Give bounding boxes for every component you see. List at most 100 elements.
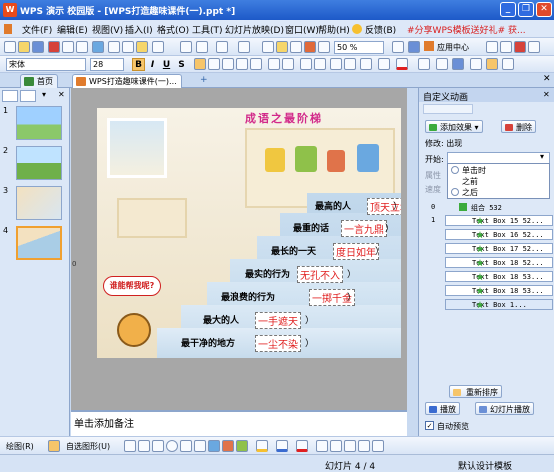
draw-menu[interactable]: 绘图(R): [6, 441, 34, 452]
align-center-icon[interactable]: [208, 58, 220, 70]
pdf-icon[interactable]: [48, 41, 60, 53]
spellcheck-icon[interactable]: [92, 41, 104, 53]
3d-style-icon[interactable]: [372, 440, 384, 452]
menu-format[interactable]: 格式(O): [157, 23, 189, 36]
italic-button[interactable]: I: [146, 58, 159, 71]
font-color-draw-icon[interactable]: [296, 440, 308, 452]
oval-icon[interactable]: [166, 440, 178, 452]
menu-edit[interactable]: 编辑(E): [57, 23, 88, 36]
print-preview-icon[interactable]: [76, 41, 88, 53]
stair-label[interactable]: 最长的一天: [271, 244, 316, 257]
panel-close-icon[interactable]: ✕: [58, 90, 65, 99]
redo-icon[interactable]: [238, 41, 250, 53]
animation-item[interactable]: Text Box 18 53...: [429, 271, 553, 282]
start-option[interactable]: 之后: [462, 187, 478, 198]
settings-icon[interactable]: [528, 41, 540, 53]
print-icon[interactable]: [62, 41, 74, 53]
menu-window[interactable]: 窗口(W): [285, 23, 319, 36]
table-icon[interactable]: [290, 41, 302, 53]
cut-icon[interactable]: [108, 41, 120, 53]
undo-icon[interactable]: [216, 41, 228, 53]
start-dropdown-icon[interactable]: ▾: [540, 152, 544, 161]
tab-home[interactable]: 首页: [20, 74, 58, 88]
line-style-icon[interactable]: [316, 440, 328, 452]
dash-style-icon[interactable]: [330, 440, 342, 452]
textbox-icon[interactable]: [318, 41, 330, 53]
align-left-icon[interactable]: [194, 58, 206, 70]
insert-table-icon[interactable]: [180, 41, 192, 53]
group-row[interactable]: 0 组合 532: [429, 202, 551, 213]
diagram-icon[interactable]: [208, 440, 220, 452]
add-effect-button[interactable]: 添加效果 ▾: [425, 120, 483, 133]
stair-label[interactable]: 最大的人: [203, 313, 239, 326]
insert-picture-draw-icon[interactable]: [236, 440, 248, 452]
font-color-icon[interactable]: [396, 58, 408, 70]
shadow-style-icon[interactable]: [358, 440, 370, 452]
play-button[interactable]: 播放: [425, 402, 460, 415]
close-button[interactable]: ✕: [536, 2, 552, 17]
autoshapes-menu[interactable]: 自选图形(U): [66, 441, 110, 452]
tab-document[interactable]: WPS打造趣味课件(一)...: [72, 74, 182, 88]
arrow-style-icon[interactable]: [344, 440, 356, 452]
answer-textbox[interactable]: 一手遮天: [255, 312, 301, 329]
paste-icon[interactable]: [136, 41, 148, 53]
clipart-draw-icon[interactable]: [222, 440, 234, 452]
answer-textbox[interactable]: 度日如年: [333, 243, 379, 260]
animation-item[interactable]: Text Box 16 52...: [429, 229, 553, 240]
slide-title[interactable]: 成语之最阶梯: [245, 110, 323, 126]
bear-cartoon-picture[interactable]: [117, 313, 151, 347]
rectangle-icon[interactable]: [152, 440, 164, 452]
slide-design-icon[interactable]: [486, 58, 498, 70]
slide-canvas[interactable]: 成语之最阶梯 最高的人 最重的话 最长的一天 最实的行为 最浪费的行为 最大的人…: [97, 108, 401, 358]
animation-item[interactable]: 1 Text Box 15 52...: [429, 215, 553, 226]
minimize-button[interactable]: _: [500, 2, 516, 17]
maximize-button[interactable]: ❐: [518, 2, 534, 17]
layout-icon[interactable]: [452, 58, 464, 70]
shrink-font-icon[interactable]: [344, 58, 356, 70]
decrease-indent-icon[interactable]: [300, 58, 312, 70]
answer-textbox[interactable]: 一尘不染: [255, 335, 301, 352]
panel-nav-icons[interactable]: [423, 104, 473, 114]
outline-view-tab[interactable]: [20, 90, 36, 102]
format-painter-icon[interactable]: [152, 41, 164, 53]
notes-pane[interactable]: 单击添加备注: [71, 410, 407, 436]
start-option[interactable]: 之前: [462, 176, 478, 187]
animation-item[interactable]: Text Box 1...: [429, 299, 553, 310]
menu-slideshow[interactable]: 幻灯片放映(D): [225, 23, 284, 36]
delete-effect-button[interactable]: 删除: [501, 120, 536, 133]
slides-view-tab[interactable]: [2, 90, 18, 102]
zoom-select[interactable]: 50 %: [334, 41, 384, 54]
arrow-icon[interactable]: [138, 440, 150, 452]
start-option[interactable]: 单击时: [462, 165, 486, 176]
bold-button[interactable]: B: [132, 58, 145, 71]
menu-feedback[interactable]: 反馈(B): [365, 23, 396, 36]
panel-dropdown-icon[interactable]: ▾: [42, 90, 46, 99]
help-icon[interactable]: [392, 41, 404, 53]
numbering-icon[interactable]: [268, 58, 280, 70]
align-right-icon[interactable]: [222, 58, 234, 70]
line-spacing-icon[interactable]: [360, 58, 372, 70]
stair-label[interactable]: 最干净的地方: [181, 336, 235, 349]
line-color-icon[interactable]: [276, 440, 288, 452]
line-icon[interactable]: [124, 440, 136, 452]
insert-picture-icon[interactable]: [196, 41, 208, 53]
answer-textbox[interactable]: 无孔不入: [297, 266, 343, 283]
justify-icon[interactable]: [236, 58, 248, 70]
new-icon[interactable]: [4, 41, 16, 53]
doc-menu-icon[interactable]: [4, 24, 12, 34]
animation-item[interactable]: Text Box 18 52...: [429, 257, 553, 268]
share-ad-link[interactable]: #分享WPS模板送好礼# 获...: [407, 23, 526, 36]
vertical-textbox-icon[interactable]: [194, 440, 206, 452]
app-center-button[interactable]: 应用中心: [437, 42, 469, 53]
text-direction-icon[interactable]: [378, 58, 390, 70]
stair-label[interactable]: 最高的人: [315, 199, 351, 212]
stair-label[interactable]: 最浪费的行为: [221, 290, 275, 303]
material-icon[interactable]: [500, 41, 512, 53]
animation-item[interactable]: Text Box 17 52...: [429, 243, 553, 254]
slideshow-button[interactable]: 幻灯片播放: [475, 402, 534, 415]
new-slide-icon[interactable]: [436, 58, 448, 70]
panel-close-icon[interactable]: ✕: [543, 90, 550, 99]
increase-indent-icon[interactable]: [314, 58, 326, 70]
hyperlink-icon[interactable]: [262, 41, 274, 53]
online-template-icon[interactable]: [486, 41, 498, 53]
